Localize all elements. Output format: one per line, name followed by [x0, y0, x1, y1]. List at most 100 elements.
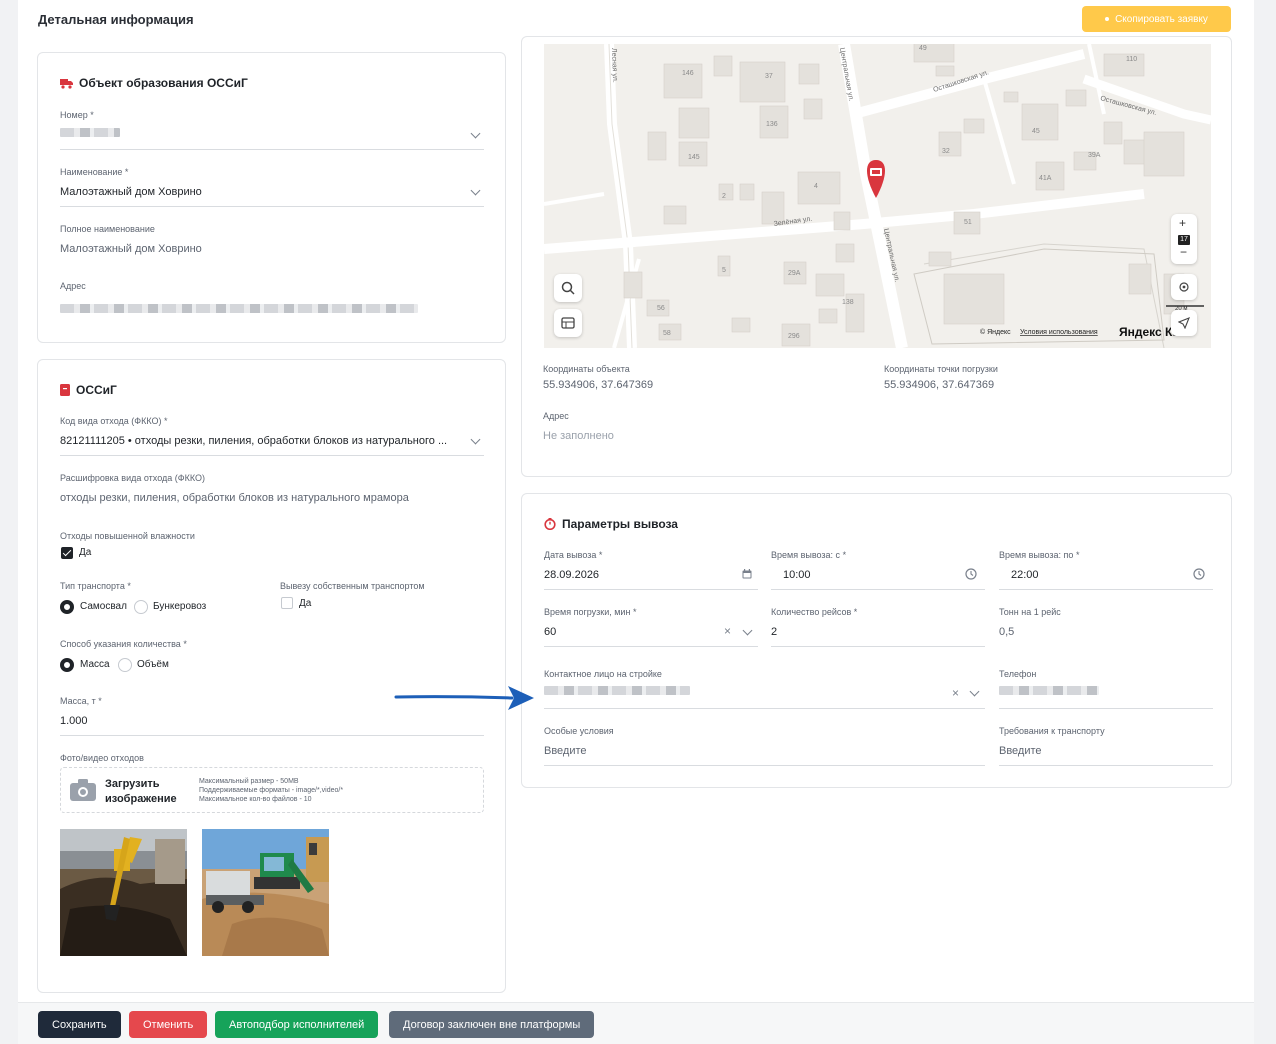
load-coords-label: Координаты точки погрузки — [884, 364, 998, 374]
full-name-label: Полное наименование — [60, 224, 155, 234]
minus-icon[interactable]: − — [1180, 245, 1187, 259]
chevron-down-icon[interactable] — [470, 434, 481, 445]
address-redacted — [60, 304, 418, 313]
upload-hint-size: Максимальный размер - 50MB — [199, 778, 299, 785]
fkko-underline — [60, 455, 484, 456]
name-select[interactable]: Малоэтажный дом Ховрино — [60, 186, 450, 198]
street-label: Лесная ул. — [610, 48, 618, 83]
load-time-label: Время погрузки, мин * — [544, 607, 636, 617]
trips-label: Количество рейсов * — [771, 607, 857, 617]
special-conditions-input[interactable]: Введите — [544, 745, 587, 757]
params-card-title: Параметры вывоза — [544, 517, 678, 531]
house-number: 39А — [1088, 152, 1101, 159]
chevron-down-icon[interactable] — [742, 625, 753, 636]
house-number: 145 — [688, 154, 700, 161]
chevron-down-icon[interactable] — [470, 185, 481, 196]
calendar-icon[interactable] — [742, 569, 752, 579]
own-transport-option: Да — [299, 598, 312, 609]
clear-icon[interactable]: × — [952, 686, 959, 700]
time-from-input[interactable]: 10:00 — [783, 569, 811, 581]
trips-label-text: Количество рейсов — [771, 607, 852, 617]
clock-icon[interactable] — [965, 568, 977, 580]
photo-thumbnail-excavator[interactable] — [60, 829, 187, 956]
house-number: 136 — [766, 121, 778, 128]
upload-title-line1: Загрузить — [105, 778, 160, 790]
transport-option-bunker: Бункеровоз — [153, 601, 207, 612]
quantity-radio-mass[interactable] — [60, 658, 74, 672]
load-coords-value: 55.934906, 37.647369 — [884, 379, 995, 391]
copy-request-button[interactable]: Скопировать заявку — [1082, 6, 1231, 32]
required-mark: * — [853, 607, 858, 617]
copy-request-label: Скопировать заявку — [1115, 13, 1208, 25]
full-name-value: Малоэтажный дом Ховрино — [60, 243, 202, 255]
params-card-title-text: Параметры вывоза — [562, 517, 678, 531]
moisture-checkbox[interactable] — [61, 547, 73, 559]
time-from-underline — [771, 589, 985, 590]
quantity-radio-volume[interactable] — [118, 658, 132, 672]
chevron-down-icon[interactable] — [470, 128, 481, 139]
chevron-down-icon[interactable] — [969, 686, 980, 697]
object-card-title: Объект образования ОССиГ — [60, 76, 248, 90]
fkko-label: Код вида отхода (ФККО) * — [60, 416, 168, 426]
date-underline — [544, 589, 758, 590]
upload-dropzone[interactable]: Загрузить изображение Максимальный размер… — [60, 767, 484, 813]
plus-icon[interactable]: + — [1179, 216, 1186, 230]
date-input[interactable]: 28.09.2026 — [544, 569, 599, 581]
layers-icon — [561, 317, 575, 329]
trips-input[interactable]: 2 — [771, 626, 777, 638]
date-label: Дата вывоза * — [544, 550, 602, 560]
name-label: Наименование * — [60, 167, 128, 177]
number-redacted — [60, 128, 120, 137]
house-number: 2 — [722, 193, 726, 200]
transport-req-input[interactable]: Введите — [999, 745, 1042, 757]
upload-hint-formats: Поддерживаемые форматы - image/*,video/* — [199, 787, 344, 794]
contract-outside-button[interactable]: Договор заключен вне платформы — [389, 1011, 595, 1038]
time-to-input[interactable]: 22:00 — [1011, 569, 1039, 581]
map-view[interactable]: 146 37 49 110 136 145 45 32 39А 41А 4 2 … — [544, 44, 1211, 348]
map-terms-link[interactable]: Условия использования — [1020, 329, 1098, 336]
mass-input[interactable]: 1.000 — [60, 715, 88, 727]
date-label-text: Дата вывоза — [544, 550, 597, 560]
trips-underline — [771, 646, 985, 647]
map-layers-button[interactable] — [554, 309, 582, 337]
photo-thumbnail-truck[interactable] — [202, 829, 329, 956]
auto-select-button[interactable]: Автоподбор исполнителей — [215, 1011, 379, 1038]
time-from-label: Время вывоза: с * — [771, 550, 846, 560]
special-conditions-label: Особые условия — [544, 726, 614, 736]
contact-underline — [544, 708, 985, 709]
required-mark: * — [598, 550, 603, 560]
required-mark: * — [632, 607, 637, 617]
object-card: Объект образования ОССиГ Номер * Наимено… — [37, 52, 506, 343]
clock-icon[interactable] — [1193, 568, 1205, 580]
transport-radio-dump-truck[interactable] — [60, 600, 74, 614]
cancel-button[interactable]: Отменить — [129, 1011, 208, 1038]
load-time-select[interactable]: 60 — [544, 626, 556, 638]
required-mark: * — [1075, 550, 1080, 560]
transport-option-dump-truck: Самосвал — [80, 601, 127, 612]
phone-redacted[interactable] — [999, 686, 1099, 695]
map-address-label: Адрес — [543, 411, 569, 421]
upload-hint-count: Максимальное кол-во файлов - 10 — [199, 796, 312, 803]
map-address-value: Не заполнено — [543, 430, 614, 442]
phone-underline — [999, 708, 1213, 709]
clear-icon[interactable]: × — [724, 624, 731, 638]
upload-title-line2: изображение — [105, 793, 177, 805]
house-number: 110 — [1126, 56, 1137, 63]
map-search-button[interactable] — [554, 274, 582, 302]
zoom-level: 17 — [1178, 235, 1190, 245]
decode-label: Расшифровка вида отхода (ФККО) — [60, 473, 205, 483]
map-locate-button[interactable] — [1171, 274, 1197, 300]
house-number: 32 — [942, 148, 950, 155]
required-mark: * — [127, 581, 131, 591]
tons-label: Тонн на 1 рейс — [999, 607, 1061, 617]
contact-redacted[interactable] — [544, 686, 690, 695]
transport-radio-bunker[interactable] — [134, 600, 148, 614]
map-route-button[interactable] — [1171, 310, 1197, 336]
house-number: 45 — [1032, 128, 1040, 135]
map-canvas[interactable]: 146 37 49 110 136 145 45 32 39А 41А 4 2 … — [544, 44, 1211, 348]
own-transport-checkbox[interactable] — [281, 597, 293, 609]
save-button[interactable]: Сохранить — [38, 1011, 121, 1038]
dot-icon — [1105, 17, 1110, 21]
fkko-select[interactable]: 82121111205 • отходы резки, пиления, обр… — [60, 435, 455, 447]
params-card: Параметры вывоза Дата вывоза * 28.09.202… — [521, 493, 1232, 788]
